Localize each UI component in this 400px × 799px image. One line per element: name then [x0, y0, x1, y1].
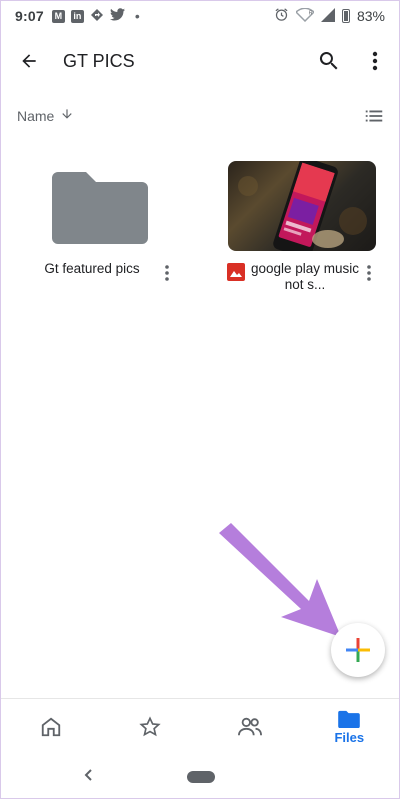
sort-by-name-button[interactable]: Name — [17, 107, 74, 124]
folder-icon — [52, 172, 148, 244]
home-icon — [41, 717, 60, 737]
nav-files[interactable]: Files — [300, 699, 400, 755]
app-bar: GT PICS — [1, 31, 399, 91]
wifi-icon: R — [294, 7, 316, 25]
sort-row: Name — [1, 99, 399, 133]
new-plus-button[interactable] — [331, 623, 385, 677]
twitter-icon — [109, 8, 125, 24]
folder-name: Gt featured pics — [44, 261, 140, 276]
linkedin-icon: in — [70, 9, 84, 23]
image-name: google play music not s... — [250, 261, 360, 292]
plus-icon — [346, 638, 370, 662]
list-view-icon[interactable] — [363, 105, 385, 127]
sort-label: Name — [17, 107, 55, 124]
folder-card[interactable]: Gt featured pics — [25, 161, 175, 283]
nav-shared[interactable] — [200, 699, 300, 755]
people-icon — [237, 717, 262, 736]
star-icon — [139, 716, 161, 737]
status-bar: 9:07 M in • R 83% — [1, 1, 399, 31]
nav-home[interactable] — [1, 699, 101, 755]
battery-percent: 83% — [356, 8, 385, 24]
back-arrow-icon[interactable] — [17, 49, 41, 73]
folder-more-icon[interactable] — [159, 263, 175, 283]
status-time: 9:07 — [15, 8, 44, 24]
more-options-icon[interactable] — [365, 49, 385, 73]
bottom-navigation: Files — [1, 699, 399, 755]
system-navigation — [1, 755, 399, 798]
nav-starred[interactable] — [101, 699, 201, 755]
folder-label-row: Gt featured pics — [25, 261, 175, 283]
folder-filled-icon — [338, 710, 361, 728]
folder-thumbnail — [25, 161, 175, 251]
notification-icons: M in • — [51, 8, 140, 25]
page-title: GT PICS — [63, 50, 135, 71]
image-card[interactable]: google play music not s... — [227, 161, 377, 293]
image-thumbnail — [227, 161, 377, 251]
nav-files-label: Files — [334, 729, 365, 745]
svg-text:R: R — [309, 10, 313, 16]
image-file-icon — [227, 263, 245, 281]
signal-icon — [320, 7, 335, 25]
alarm-icon — [274, 7, 289, 25]
search-icon[interactable] — [317, 49, 341, 73]
phone-screen: 9:07 M in • R 83% GT PICS Name Gt featur… — [0, 0, 400, 799]
arrow-down-icon — [60, 107, 74, 124]
status-dot: • — [134, 8, 140, 24]
system-status: R 83% — [274, 1, 385, 31]
system-home-pill[interactable] — [187, 771, 215, 783]
image-more-icon[interactable] — [361, 263, 377, 283]
system-back-icon[interactable] — [81, 767, 97, 783]
battery-icon — [341, 9, 350, 23]
maps-icon — [90, 8, 104, 25]
phone-photo-thumbnail — [228, 161, 376, 251]
gmail-icon: M — [51, 9, 65, 23]
image-label-row: google play music not s... — [227, 261, 377, 293]
